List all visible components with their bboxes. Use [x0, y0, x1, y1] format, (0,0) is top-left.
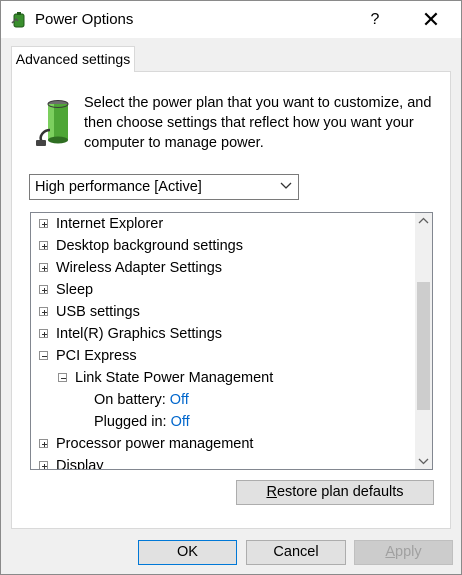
tree-item-label: Internet Explorer	[56, 216, 164, 232]
scrollbar-thumb[interactable]	[417, 282, 430, 410]
intro-text: Select the power plan that you want to c…	[84, 95, 432, 151]
tree-item-internet-explorer[interactable]: Internet Explorer	[31, 213, 415, 235]
tree-item-label: Link State Power Management	[75, 370, 274, 386]
tree-item-link-state-power[interactable]: Link State Power Management	[31, 367, 415, 389]
power-plan-selected-value: High performance [Active]	[35, 179, 202, 195]
vertical-scrollbar[interactable]	[415, 213, 432, 469]
power-options-icon	[11, 12, 25, 28]
power-plan-dropdown[interactable]: High performance [Active]	[29, 174, 299, 200]
tree-item-label: Display	[56, 458, 104, 470]
tree-item-label: Desktop background settings	[56, 238, 243, 254]
apply-accelerator: A	[385, 544, 396, 560]
cancel-button[interactable]: Cancel	[246, 540, 346, 565]
tree-item-usb-settings[interactable]: USB settings	[31, 301, 415, 323]
tree-item-label: Processor power management	[56, 436, 254, 452]
expand-plus-icon[interactable]	[39, 219, 48, 228]
collapse-minus-icon[interactable]	[58, 373, 67, 382]
tree-item-desktop-background[interactable]: Desktop background settings	[31, 235, 415, 257]
tree-item-on-battery[interactable]: On battery: Off	[31, 389, 415, 411]
tree-item-pci-express[interactable]: PCI Express	[31, 345, 415, 367]
tab-advanced-settings[interactable]: Advanced settings	[11, 46, 135, 72]
tree-item-wireless-adapter[interactable]: Wireless Adapter Settings	[31, 257, 415, 279]
apply-label: pply	[395, 544, 422, 560]
battery-plug-icon	[36, 100, 69, 146]
close-button[interactable]: ✕	[409, 1, 453, 38]
tree-item-label: USB settings	[56, 304, 140, 320]
restore-plan-defaults-button[interactable]: Restore plan defaults	[236, 480, 434, 505]
expand-plus-icon[interactable]	[39, 439, 48, 448]
settings-tree[interactable]: Internet Explorer Desktop background set…	[30, 212, 433, 470]
tree-item-label: PCI Express	[56, 348, 137, 364]
tree-item-processor-power[interactable]: Processor power management	[31, 433, 415, 455]
power-options-dialog: Power Options ? ✕ Advanced settings Sele…	[0, 0, 462, 575]
expand-plus-icon[interactable]	[39, 461, 48, 469]
setting-label: Plugged in:	[94, 414, 167, 430]
tree-item-sleep[interactable]: Sleep	[31, 279, 415, 301]
collapse-minus-icon[interactable]	[39, 351, 48, 360]
restore-label: estore plan defaults	[276, 484, 404, 500]
expand-plus-icon[interactable]	[39, 241, 48, 250]
scroll-up-arrow-icon[interactable]	[415, 213, 432, 230]
restore-accelerator: R	[266, 484, 277, 500]
tree-item-label: Wireless Adapter Settings	[56, 260, 223, 276]
tree-item-label: Intel(R) Graphics Settings	[56, 326, 223, 342]
scroll-down-arrow-icon[interactable]	[415, 452, 432, 469]
tree-item-display[interactable]: Display	[31, 455, 415, 470]
tree-item-intel-graphics[interactable]: Intel(R) Graphics Settings	[31, 323, 415, 345]
setting-value-link[interactable]: Off	[171, 414, 190, 430]
setting-value-link[interactable]: Off	[170, 392, 189, 408]
window-title: Power Options	[35, 11, 134, 28]
help-button[interactable]: ?	[353, 1, 397, 38]
expand-plus-icon[interactable]	[39, 285, 48, 294]
setting-label: On battery:	[94, 392, 166, 408]
expand-plus-icon[interactable]	[39, 263, 48, 272]
tree-item-plugged-in[interactable]: Plugged in: Off	[31, 411, 415, 433]
tree-item-label: Sleep	[56, 282, 94, 298]
expand-plus-icon[interactable]	[39, 329, 48, 338]
apply-button[interactable]: Apply	[354, 540, 453, 565]
title-bar[interactable]: Power Options ? ✕	[1, 1, 461, 38]
ok-button[interactable]: OK	[138, 540, 237, 565]
expand-plus-icon[interactable]	[39, 307, 48, 316]
chevron-down-icon	[280, 182, 292, 189]
advanced-settings-panel: Select the power plan that you want to c…	[11, 71, 451, 529]
